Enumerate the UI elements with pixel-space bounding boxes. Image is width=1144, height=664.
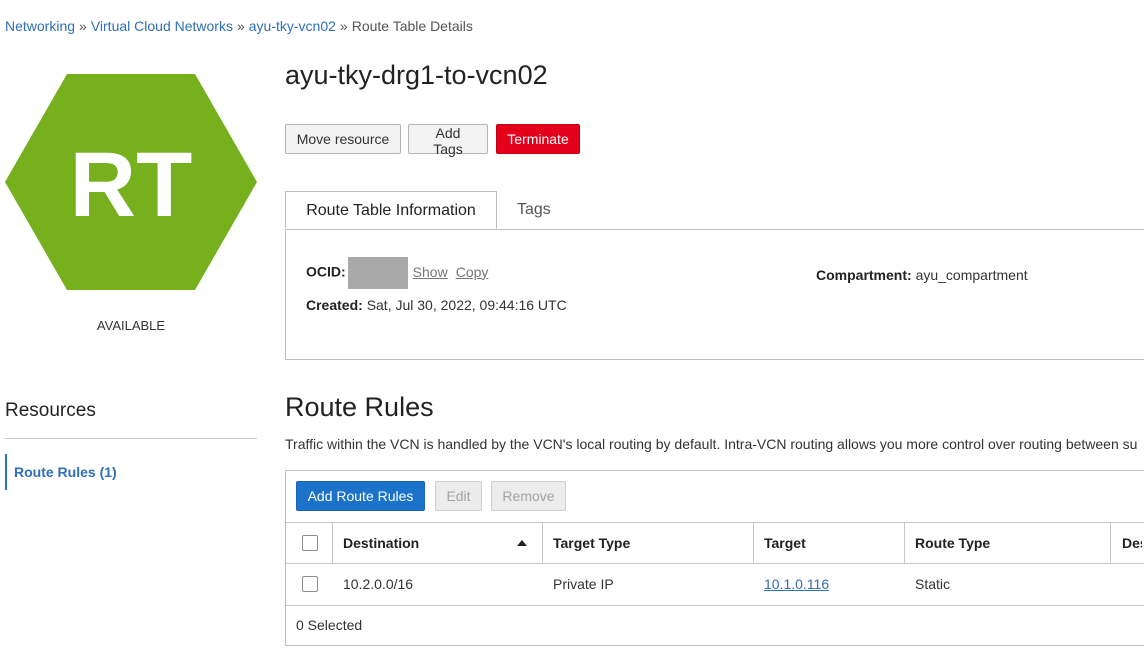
- row-target-link-text[interactable]: 10.1.0.116: [764, 576, 829, 592]
- breadcrumb-virtual-cloud-networks[interactable]: Virtual Cloud Networks: [91, 18, 233, 34]
- page-title: ayu-tky-drg1-to-vcn02: [285, 60, 548, 90]
- row-route-type: Static: [915, 576, 951, 592]
- route-rules-description: Traffic within the VCN is handled by the…: [285, 436, 1138, 452]
- route-table-info-panel: OCID: Show Copy Created: Sat, Jul 30, 2022…: [285, 229, 1144, 360]
- move-resource-button[interactable]: Move resource: [285, 124, 401, 154]
- column-header-destination[interactable]: Destination: [343, 523, 419, 563]
- ocid-show-link[interactable]: Show: [413, 264, 448, 280]
- breadcrumb-current: Route Table Details: [351, 18, 473, 34]
- terminate-button[interactable]: Terminate: [496, 124, 580, 154]
- selected-count: 0 Selected: [296, 617, 363, 633]
- ocid-label: OCID:: [306, 263, 346, 280]
- breadcrumb-separator: »: [236, 18, 245, 34]
- ocid-copy-link[interactable]: Copy: [456, 264, 489, 280]
- ocid-redacted-value: [347, 257, 408, 289]
- compartment-row: Compartment: ayu_compartment: [816, 267, 1028, 283]
- select-all-checkbox[interactable]: [302, 535, 318, 551]
- edit-button[interactable]: Edit: [435, 481, 482, 511]
- tab-route-table-information[interactable]: Route Table Information: [285, 191, 497, 229]
- table-header: Destination Target Type Target Route Typ…: [286, 522, 1144, 564]
- remove-button[interactable]: Remove: [491, 481, 566, 511]
- breadcrumb-networking[interactable]: Networking: [5, 18, 75, 34]
- column-divider: [753, 523, 754, 563]
- breadcrumb-separator: »: [339, 18, 348, 34]
- tab-tags[interactable]: Tags: [517, 191, 551, 229]
- column-header-target-type[interactable]: Target Type: [553, 523, 630, 563]
- row-destination: 10.2.0.0/16: [343, 576, 414, 592]
- compartment-value: ayu_compartment: [915, 267, 1028, 283]
- column-divider: [332, 523, 333, 563]
- hexagon-label: RT: [70, 134, 193, 236]
- resources-heading: Resources: [5, 400, 96, 421]
- ocid-row: OCID: Show Copy: [306, 257, 496, 289]
- created-row: Created: Sat, Jul 30, 2022, 09:44:16 UTC: [306, 297, 567, 313]
- resources-divider: [5, 438, 257, 439]
- table-row: 10.2.0.0/16 Private IP 10.1.0.116 Static: [286, 564, 1144, 606]
- column-header-route-type[interactable]: Route Type: [915, 523, 990, 563]
- route-rules-heading: Route Rules: [285, 392, 434, 422]
- detail-tabs: Route Table Information Tags: [285, 191, 1144, 230]
- breadcrumb-vcn[interactable]: ayu-tky-vcn02: [249, 18, 336, 34]
- column-divider: [1110, 523, 1111, 563]
- column-header-description[interactable]: Des: [1122, 523, 1142, 563]
- column-header-target[interactable]: Target: [764, 523, 806, 563]
- created-label: Created:: [306, 297, 363, 313]
- add-route-rules-button[interactable]: Add Route Rules: [296, 481, 425, 511]
- route-rules-table: Add Route Rules Edit Remove Destination …: [285, 470, 1144, 646]
- row-target-link[interactable]: 10.1.0.116: [764, 564, 829, 604]
- resources-item-route-rules[interactable]: Route Rules (1): [5, 454, 205, 490]
- row-target-type: Private IP: [553, 576, 614, 592]
- column-divider: [542, 523, 543, 563]
- status-label: AVAILABLE: [96, 318, 166, 333]
- add-tags-button[interactable]: Add Tags: [408, 124, 488, 157]
- created-value: Sat, Jul 30, 2022, 09:44:16 UTC: [366, 297, 567, 313]
- compartment-label: Compartment:: [816, 267, 912, 283]
- breadcrumb: Networking» Virtual Cloud Networks» ayu-tk…: [5, 18, 473, 34]
- row-checkbox[interactable]: [302, 576, 318, 592]
- column-divider: [904, 523, 905, 563]
- sort-ascending-icon[interactable]: [517, 540, 527, 546]
- route-table-hexagon-icon: RT: [5, 74, 257, 290]
- breadcrumb-separator: »: [79, 18, 87, 34]
